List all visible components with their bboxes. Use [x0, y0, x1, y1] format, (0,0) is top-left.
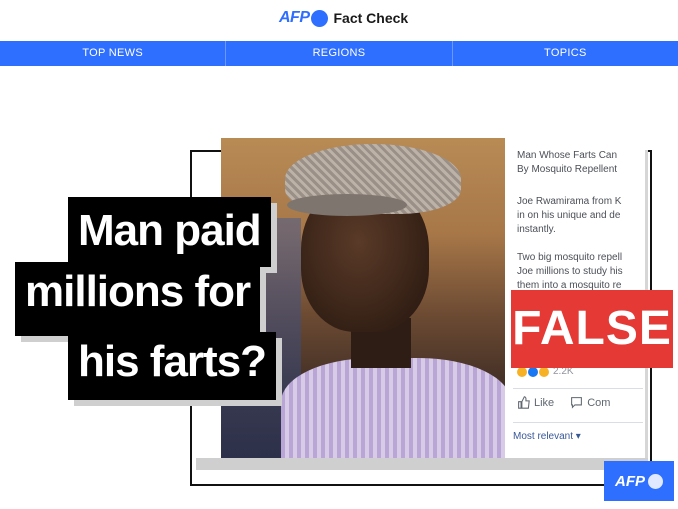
comment-sort-dropdown[interactable]: Most relevant ▾ [513, 431, 581, 442]
nav-regions[interactable]: REGIONS [226, 41, 453, 66]
afp-corner-logo: AFP [604, 461, 674, 501]
afp-globe-icon [310, 9, 328, 27]
nav-top-news[interactable]: TOP NEWS [0, 41, 227, 66]
like-label: Like [534, 396, 555, 409]
wow-reaction-icon [539, 366, 549, 377]
post-text-line: in on his unique and de [517, 210, 621, 221]
like-reaction-icon [528, 366, 538, 377]
comment-label: Com [587, 396, 611, 409]
post-text-line: instantly. [517, 224, 556, 235]
headline-line-1: Man paid [68, 197, 271, 267]
comment-button[interactable]: Com [570, 396, 610, 409]
haha-reaction-icon [517, 366, 527, 377]
thumbs-up-icon [518, 396, 530, 409]
nav-topics[interactable]: TOPICS [453, 41, 678, 66]
headline-line-2: millions for [15, 262, 261, 336]
man-photo [221, 138, 505, 458]
photo-shirt [281, 358, 505, 458]
post-actions: Like Com [517, 396, 610, 409]
site-header: AFP Fact Check [0, 0, 678, 40]
false-verdict-badge: FALSE [511, 290, 673, 368]
afp-wordmark: AFP [279, 9, 310, 26]
main-nav: TOP NEWS REGIONS TOPICS [0, 41, 678, 66]
post-bottom-bar [196, 458, 648, 470]
afp-globe-icon [648, 473, 663, 489]
post-text-line: Joe millions to study his [517, 266, 623, 277]
afp-corner-wordmark: AFP [615, 472, 645, 490]
like-button[interactable]: Like [517, 396, 554, 409]
post-text-line: By Mosquito Repellent [517, 164, 618, 175]
post-text-line: Joe Rwamirama from K [517, 196, 622, 207]
brand-logo[interactable]: AFP Fact Check [279, 9, 408, 27]
post-text-line: Two big mosquito repell [517, 252, 623, 263]
divider [513, 422, 643, 423]
site-title: Fact Check [333, 10, 409, 26]
divider [513, 388, 643, 389]
photo-cap-brim [287, 194, 407, 216]
comment-icon [571, 397, 583, 409]
headline-line-3: his farts? [68, 332, 277, 400]
post-text-line: Man Whose Farts Can [517, 150, 618, 161]
